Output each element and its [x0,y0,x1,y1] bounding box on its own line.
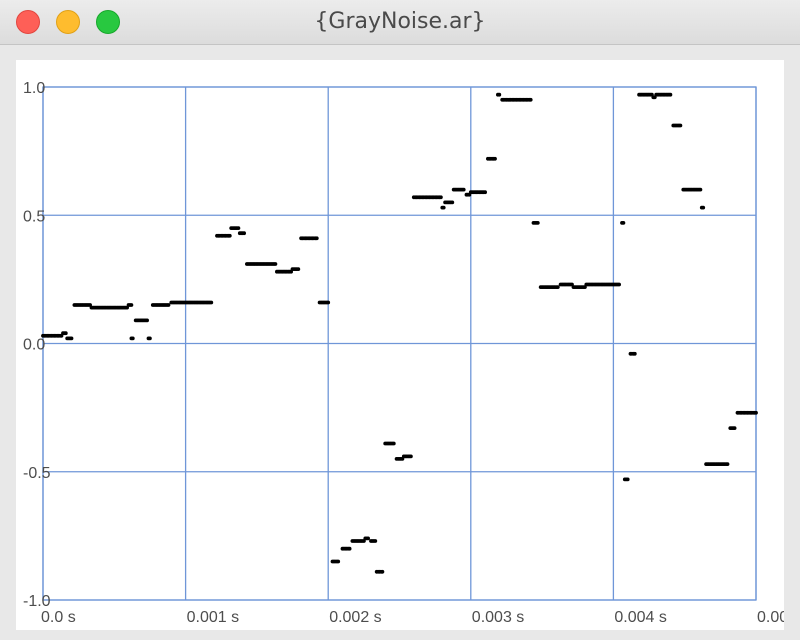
data-point [701,205,706,210]
data-point [347,546,352,551]
data-point [632,351,637,356]
tick-labels: 0.0 s 0.001 s 0.002 s 0.003 s 0.004 s 0.00 1.0… [23,80,784,626]
y-tick-label: 0.0 [23,337,45,354]
data-point [227,233,232,238]
x-tick-label: 0.002 s [329,609,381,626]
waveform-chart: 0.0 s 0.001 s 0.002 s 0.003 s 0.004 s 0.00 1.0… [23,80,784,626]
data-point [439,195,443,200]
y-tick-label: -0.5 [23,465,51,482]
data-point [555,285,560,289]
data-point [441,205,446,210]
data-point [145,318,150,323]
app-window: {GrayNoise.ar} 0.0 s 0.001 s 0.002 s 0.003 … [0,0,800,640]
data-point [391,441,396,446]
x-tick-label: 0.003 s [472,609,524,626]
window-title: {GrayNoise.ar} [314,9,486,34]
data-point [754,410,758,415]
data-points [41,92,758,574]
plot-area: 0.0 s 0.001 s 0.002 s 0.003 s 0.004 s 0.00 1.0… [16,60,784,630]
data-point [483,190,487,195]
data-point [668,92,673,97]
data-point [461,187,466,192]
data-point [373,539,378,543]
data-point [535,221,540,225]
data-point [366,536,370,541]
data-point [130,336,135,341]
data-point [493,156,497,161]
x-tick-label: 0.001 s [187,609,239,626]
y-tick-label: -1.0 [23,593,51,610]
title-bar[interactable]: {GrayNoise.ar} [0,0,800,45]
data-point [732,426,737,430]
data-point [528,97,533,102]
data-point [148,336,152,341]
data-point [621,221,626,225]
data-point [625,477,630,482]
data-point [273,262,278,266]
data-point [63,331,68,336]
data-point [209,300,214,305]
data-point [380,569,385,574]
data-point [409,454,413,459]
chart-grid [42,86,757,601]
data-point [617,282,621,287]
data-point [296,267,301,271]
data-point [450,200,455,205]
data-point [725,462,730,466]
data-point [129,303,134,307]
x-tick-label: 0.0 s [41,609,76,626]
y-tick-label: 1.0 [23,80,45,97]
x-tick-label: 0.00 [757,609,784,626]
data-point [698,187,703,192]
data-point [678,123,683,128]
data-point [326,300,331,305]
data-point [336,559,341,564]
data-point [236,226,241,231]
x-tick-label: 0.004 s [614,609,666,626]
data-point [69,336,74,341]
data-point [497,92,502,97]
data-point [242,231,247,236]
data-point [314,236,319,241]
y-tick-label: 0.5 [23,208,45,225]
